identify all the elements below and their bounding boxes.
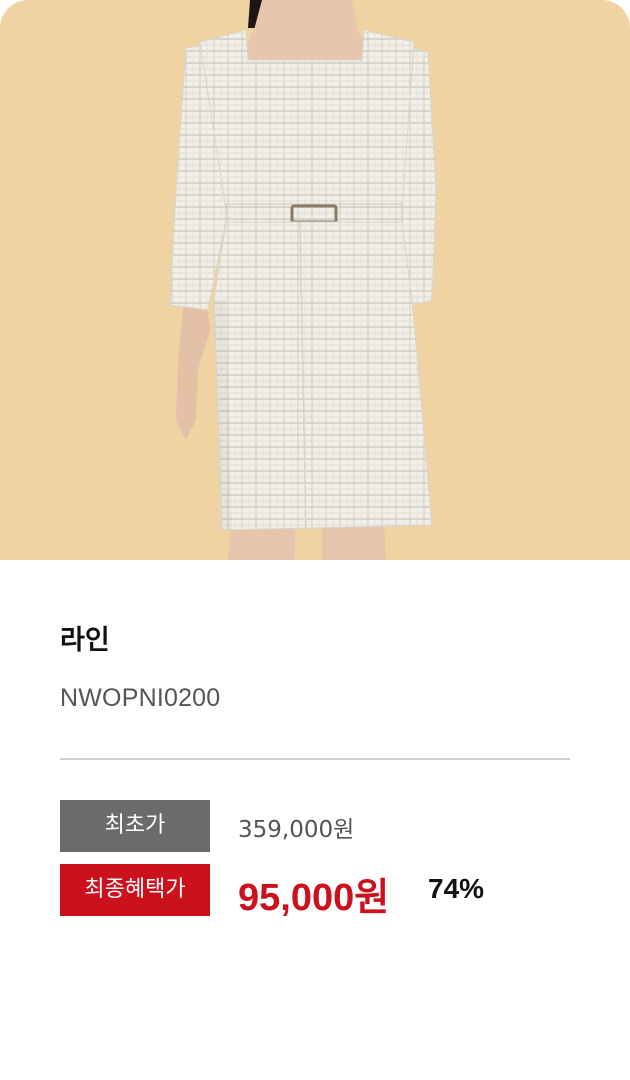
product-card[interactable]: 라인 NWOPNI0200 최초가 359,000원 최종혜택가 95,000원… [0,0,630,1080]
final-price: 95,000원 [238,877,390,919]
final-price-badge: 최종혜택가 [60,864,210,916]
divider [60,758,570,760]
product-image[interactable] [0,0,630,560]
discount-rate: 74% [428,873,485,904]
product-code: NWOPNI0200 [60,684,221,712]
original-price-badge: 최초가 [60,800,210,852]
product-name[interactable]: 라인 [60,618,110,657]
original-price: 359,000원 [238,817,355,843]
